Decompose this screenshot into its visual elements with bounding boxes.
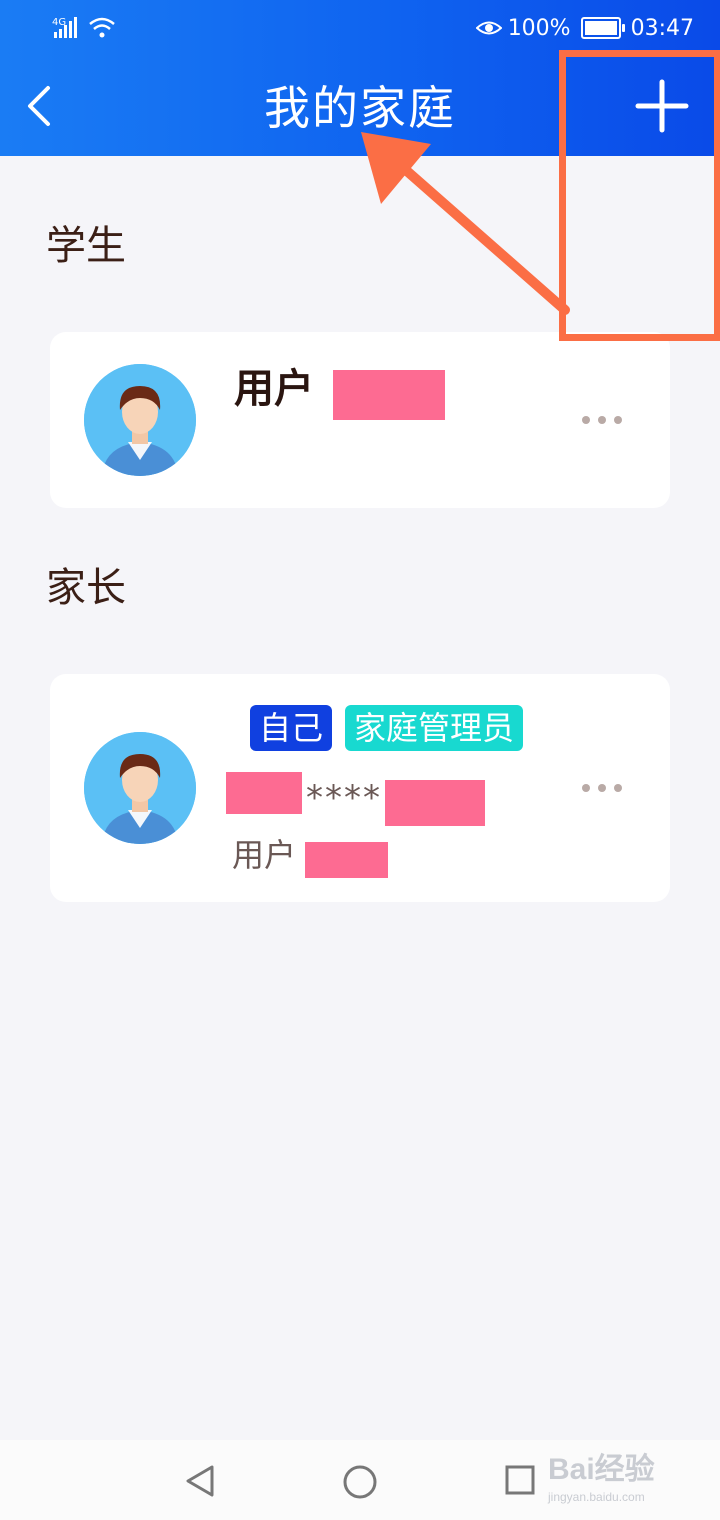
watermark-logo: Bai经验 xyxy=(548,1453,655,1486)
parent-member-card[interactable]: 自己 家庭管理员 **** 用户 xyxy=(50,674,670,902)
more-horizontal-icon xyxy=(582,416,590,424)
avatar xyxy=(84,364,196,476)
circle-home-icon xyxy=(343,1465,377,1499)
annotation-highlight-box xyxy=(559,50,720,341)
status-right: 100% 03:47 xyxy=(475,14,694,42)
member-name: 用户 xyxy=(232,836,297,874)
redaction-block xyxy=(226,772,302,814)
my-family-screen: 4G 100% 03:47 我的家庭 学生 用户 家长 自己 家庭管理员 ***… xyxy=(0,0,720,1520)
nav-home-button[interactable] xyxy=(342,1464,378,1500)
student-member-card[interactable]: 用户 xyxy=(50,332,670,508)
member-phone: **** xyxy=(306,778,382,818)
redaction-block xyxy=(305,842,388,878)
watermark-url: jingyan.baidu.com xyxy=(548,1490,645,1504)
section-label-parent: 家长 xyxy=(46,565,126,611)
nav-recent-button[interactable] xyxy=(504,1464,536,1496)
redaction-block xyxy=(333,370,445,420)
member-name: 用户 xyxy=(234,366,314,412)
nav-back-button[interactable] xyxy=(184,1464,218,1498)
more-horizontal-icon xyxy=(582,784,590,792)
person-avatar-icon xyxy=(84,364,196,476)
section-label-student: 学生 xyxy=(46,223,126,269)
battery-percent: 100% xyxy=(507,15,571,41)
signal-icon: 4G xyxy=(52,17,115,38)
eye-comfort-icon xyxy=(475,21,502,35)
status-bar: 4G 100% 03:47 xyxy=(0,0,720,56)
clock: 03:47 xyxy=(630,15,694,41)
redaction-block xyxy=(385,780,485,826)
tag-admin-badge: 家庭管理员 xyxy=(345,705,524,751)
battery-icon xyxy=(580,17,625,39)
tag-self-badge: 自己 xyxy=(250,705,333,751)
annotation-arrow-icon xyxy=(361,132,570,315)
square-recent-icon xyxy=(505,1465,535,1495)
triangle-back-icon xyxy=(186,1465,214,1497)
more-options-button[interactable] xyxy=(582,416,622,428)
person-avatar-icon xyxy=(84,732,196,844)
avatar xyxy=(84,732,196,844)
watermark: Bai经验 jingyan.baidu.com xyxy=(548,1444,698,1514)
more-options-button[interactable] xyxy=(582,784,622,796)
